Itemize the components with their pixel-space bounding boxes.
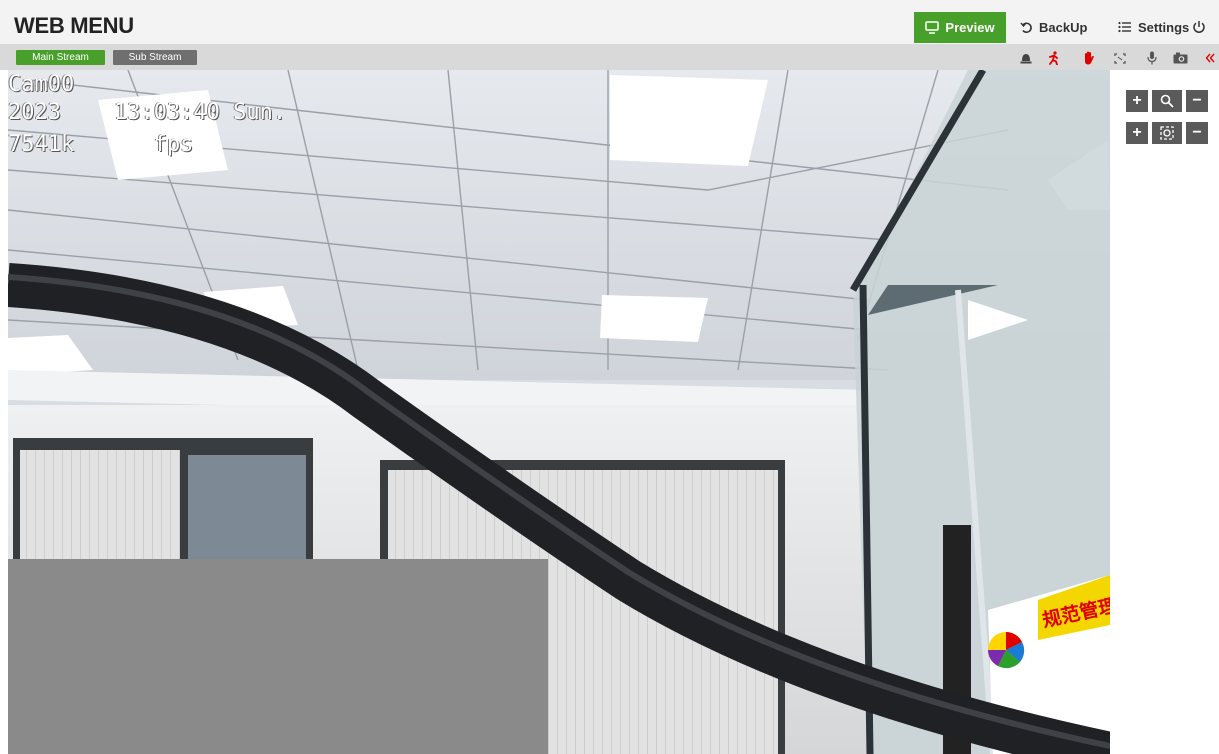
settings-nav-button[interactable]: Settings bbox=[1118, 12, 1189, 42]
focus-control: + − bbox=[1126, 122, 1210, 144]
manual-alarm-hand-icon[interactable] bbox=[1080, 51, 1096, 65]
focus-far-button[interactable]: − bbox=[1186, 122, 1208, 144]
osd-datetime: 2023 13:03:40 Sun. bbox=[8, 100, 287, 125]
motion-person-icon[interactable] bbox=[1046, 51, 1062, 65]
preview-nav-button[interactable]: Preview bbox=[914, 12, 1006, 43]
backup-nav-button[interactable]: BackUp bbox=[1020, 12, 1087, 42]
list-icon bbox=[1118, 21, 1132, 33]
alarm-bell-icon[interactable] bbox=[1018, 51, 1034, 65]
zoom-out-button[interactable]: − bbox=[1186, 90, 1208, 112]
live-video-view[interactable]: 规范管理 Cam00 2023 13:03:40 Sun. 7541k fps bbox=[8, 70, 1110, 754]
focus-near-button[interactable]: + bbox=[1126, 122, 1148, 144]
stream-toolbar: Main Stream Sub Stream bbox=[0, 44, 1219, 70]
undo-arrow-icon bbox=[1020, 21, 1033, 34]
monitor-icon bbox=[925, 21, 940, 34]
preview-label: Preview bbox=[945, 20, 995, 35]
sub-stream-button[interactable]: Sub Stream bbox=[113, 50, 197, 65]
power-icon bbox=[1192, 20, 1206, 34]
focus-target-icon bbox=[1152, 122, 1182, 144]
microphone-icon[interactable] bbox=[1144, 51, 1160, 65]
zoom-control: + − bbox=[1126, 90, 1210, 112]
main-stream-button[interactable]: Main Stream bbox=[16, 50, 105, 65]
logout-button[interactable] bbox=[1192, 12, 1206, 42]
backup-label: BackUp bbox=[1039, 19, 1088, 35]
osd-camera-name: Cam00 bbox=[8, 72, 75, 97]
zoom-magnifier-icon bbox=[1152, 90, 1182, 112]
fullscreen-icon[interactable] bbox=[1112, 51, 1128, 65]
collapse-chevrons-icon[interactable] bbox=[1203, 51, 1217, 65]
top-header: WEB MENU Preview BackUp Settings bbox=[0, 0, 1219, 44]
app-title: WEB MENU bbox=[14, 13, 134, 38]
zoom-in-button[interactable]: + bbox=[1126, 90, 1148, 112]
snapshot-camera-icon[interactable] bbox=[1172, 51, 1188, 65]
osd-bitrate: 7541k fps bbox=[8, 132, 194, 157]
settings-label: Settings bbox=[1138, 19, 1190, 35]
privacy-mask bbox=[8, 559, 548, 754]
